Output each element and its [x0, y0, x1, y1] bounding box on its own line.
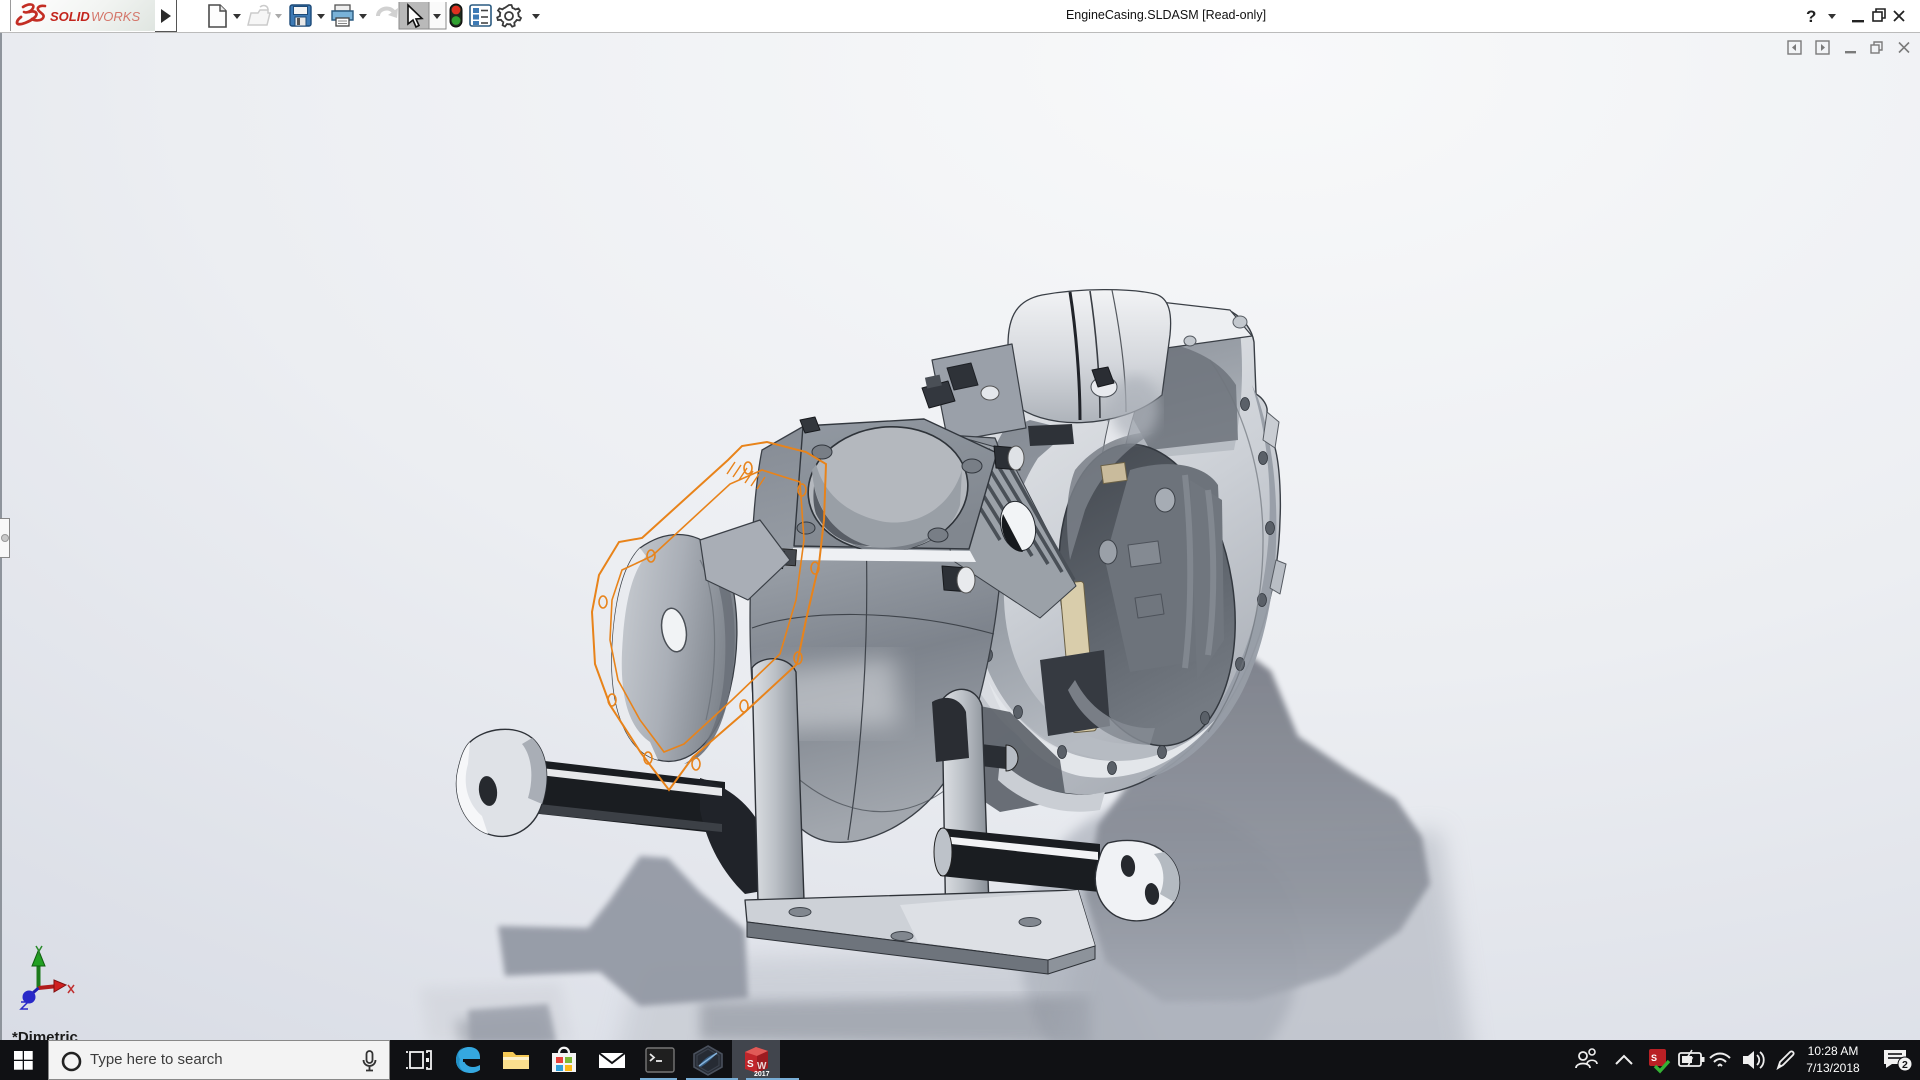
svg-text:?: ? — [1806, 7, 1816, 26]
svg-text:2: 2 — [1902, 1059, 1908, 1071]
svg-text:SOLID: SOLID — [50, 9, 90, 24]
svg-text:S: S — [1651, 1053, 1657, 1063]
svg-text:WORKS: WORKS — [91, 9, 140, 24]
svg-text:S: S — [747, 1059, 754, 1070]
svg-text:2017: 2017 — [754, 1071, 770, 1078]
